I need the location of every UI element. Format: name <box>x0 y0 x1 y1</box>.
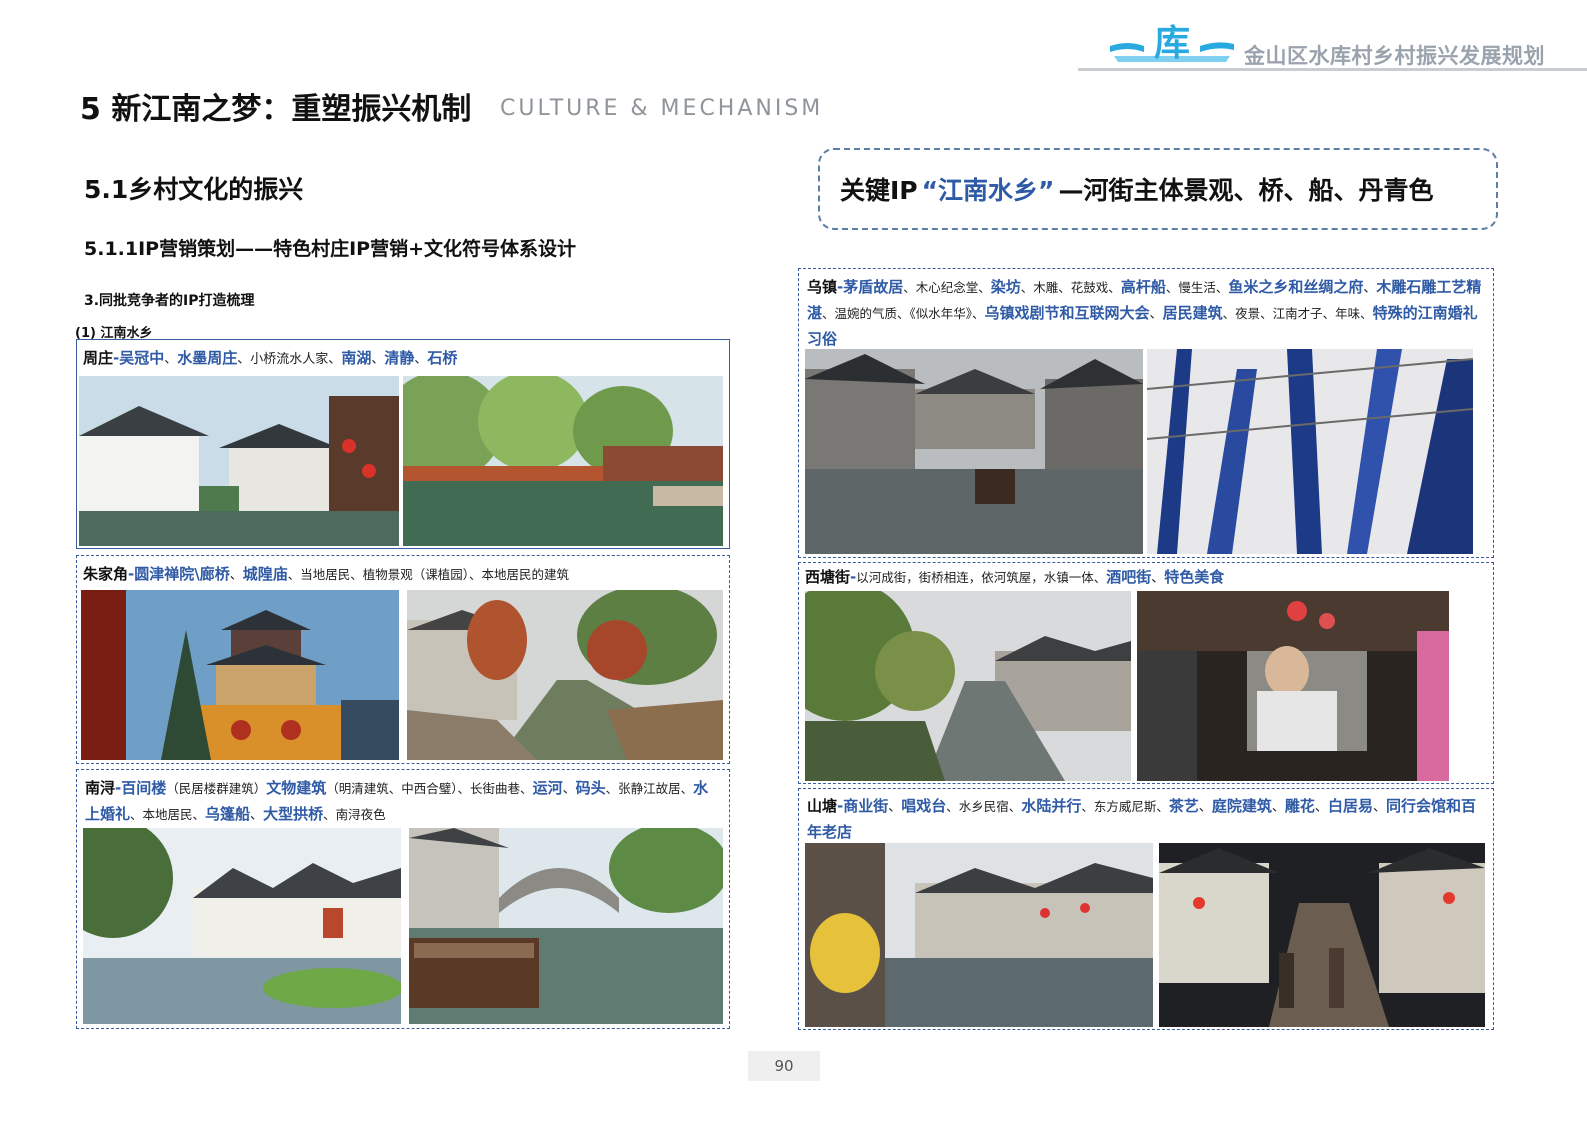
page-title-en: CULTURE & MECHANISM <box>500 96 824 121</box>
wuzhen-photo-2 <box>1147 349 1473 554</box>
page-number: 90 <box>748 1051 820 1081</box>
zhouzhuang-photo-1 <box>79 376 399 546</box>
page-title: 5 新江南之梦：重塑振兴机制 <box>80 92 472 127</box>
key-ip-description: —河街主体景观、桥、船、丹青色 <box>1058 176 1434 205</box>
shantang-photo-2 <box>1159 843 1485 1027</box>
xitang-photo-2 <box>1137 591 1449 781</box>
case-description: 朱家角-圆津禅院\廊桥、城隍庙、当地居民、植物景观（课植园）、本地居民的建筑 <box>83 565 570 583</box>
shantang-photo-1 <box>805 843 1153 1027</box>
wuzhen-photo-1 <box>805 349 1143 554</box>
header-logo: 库 <box>1108 22 1236 68</box>
xitang-photo-1 <box>805 591 1131 781</box>
case-description: 周庄-吴冠中、水墨周庄、小桥流水人家、南湖、清静、石桥 <box>83 349 458 367</box>
nanxun-photo-2 <box>409 828 723 1024</box>
nanxun-photo-1 <box>83 828 401 1024</box>
case-xitang: 西塘街-以河成街，街桥相连，依河筑屋，水镇一体、酒吧街、特色美食 <box>798 562 1494 784</box>
case-nanxun: 南浔-百间楼（民居楼群建筑）文物建筑（明清建筑、中西合璧）、长街曲巷、运河、码头… <box>76 769 730 1029</box>
key-ip-banner: 关键IP “江南水乡” —河街主体景观、桥、船、丹青色 <box>818 148 1498 230</box>
case-zhouzhuang: 周庄-吴冠中、水墨周庄、小桥流水人家、南湖、清静、石桥 <box>76 339 730 549</box>
case-shantang: 山塘-商业街、唱戏台、水乡民宿、水陆并行、东方威尼斯、茶艺、庭院建筑、雕花、白居… <box>798 788 1494 1030</box>
zhujiajiao-photo-1 <box>81 590 399 760</box>
header-divider <box>1078 68 1587 71</box>
key-ip-label: 关键IP <box>840 176 918 205</box>
case-description: 南浔-百间楼（民居楼群建筑）文物建筑（明清建筑、中西合璧）、长街曲巷、运河、码头… <box>85 779 709 823</box>
section-title: 5.1乡村文化的振兴 <box>84 175 304 204</box>
header-title: 金山区水库村乡村振兴发展规划 <box>1244 44 1545 68</box>
logo-glyph: 库 <box>1154 23 1190 64</box>
case-description: 乌镇-茅盾故居、木心纪念堂、染坊、木雕、花鼓戏、高杆船、慢生活、鱼米之乡和丝绸之… <box>807 278 1482 348</box>
subsection-title: 5.1.1IP营销策划——特色村庄IP营销+文化符号体系设计 <box>84 238 577 260</box>
zhouzhuang-photo-2 <box>403 376 723 546</box>
item-heading: 3.同批竞争者的IP打造梳理 <box>84 293 255 309</box>
case-description: 山塘-商业街、唱戏台、水乡民宿、水陆并行、东方威尼斯、茶艺、庭院建筑、雕花、白居… <box>807 797 1476 841</box>
case-wuzhen: 乌镇-茅盾故居、木心纪念堂、染坊、木雕、花鼓戏、高杆船、慢生活、鱼米之乡和丝绸之… <box>798 268 1494 558</box>
case-zhujiajiao: 朱家角-圆津禅院\廊桥、城隍庙、当地居民、植物景观（课植园）、本地居民的建筑 <box>76 555 730 764</box>
zhujiajiao-photo-2 <box>407 590 723 760</box>
key-ip-highlight: “江南水乡” <box>921 176 1055 205</box>
case-description: 西塘街-以河成街，街桥相连，依河筑屋，水镇一体、酒吧街、特色美食 <box>805 568 1225 586</box>
